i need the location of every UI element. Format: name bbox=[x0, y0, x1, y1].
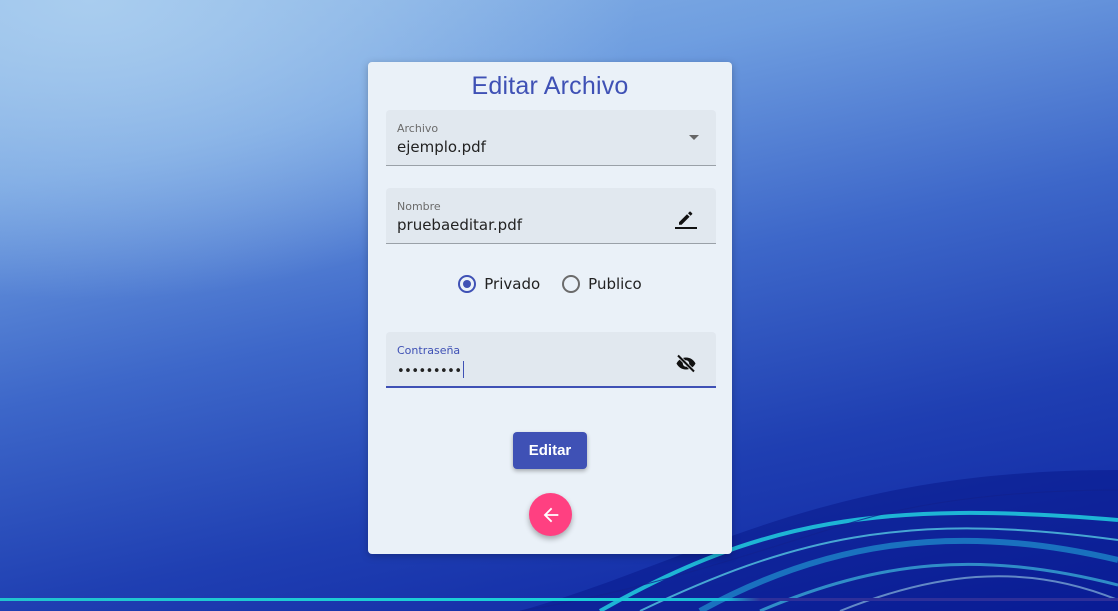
radio-privado-label: Privado bbox=[484, 275, 541, 293]
password-label: Contraseña bbox=[397, 344, 461, 357]
radio-privado-circle[interactable] bbox=[458, 275, 477, 293]
editar-button[interactable]: Editar bbox=[513, 432, 587, 469]
archivo-label: Archivo bbox=[397, 122, 439, 135]
text-caret bbox=[462, 361, 464, 378]
edit-file-card: Editar Archivo Archivo ejemplo.pdf Nombr… bbox=[368, 62, 732, 554]
radio-publico-label: Publico bbox=[588, 275, 642, 293]
arrow-left-icon bbox=[543, 507, 558, 522]
password-input[interactable]: ••••••••• bbox=[397, 361, 464, 379]
page-title: Editar Archivo bbox=[471, 72, 629, 100]
back-button[interactable] bbox=[529, 493, 572, 536]
visibility-radio-group: Privado Publico bbox=[368, 275, 732, 293]
bottom-accent-line bbox=[0, 598, 1118, 601]
radio-privado[interactable]: Privado bbox=[458, 275, 540, 293]
radio-publico-circle[interactable] bbox=[562, 275, 581, 293]
edit-pencil-icon bbox=[674, 205, 698, 230]
nombre-label: Nombre bbox=[397, 200, 441, 213]
nombre-value[interactable]: pruebaeditar.pdf bbox=[397, 216, 522, 234]
archivo-value: ejemplo.pdf bbox=[397, 138, 486, 156]
password-masked-value: ••••••••• bbox=[397, 364, 462, 379]
visibility-off-icon[interactable] bbox=[674, 351, 698, 375]
dropdown-arrow-icon[interactable] bbox=[689, 135, 699, 140]
radio-publico[interactable]: Publico bbox=[562, 275, 642, 293]
password-field[interactable]: Contraseña ••••••••• bbox=[386, 332, 716, 388]
nombre-field[interactable]: Nombre pruebaeditar.pdf bbox=[386, 188, 716, 244]
archivo-select[interactable]: Archivo ejemplo.pdf bbox=[386, 110, 716, 166]
